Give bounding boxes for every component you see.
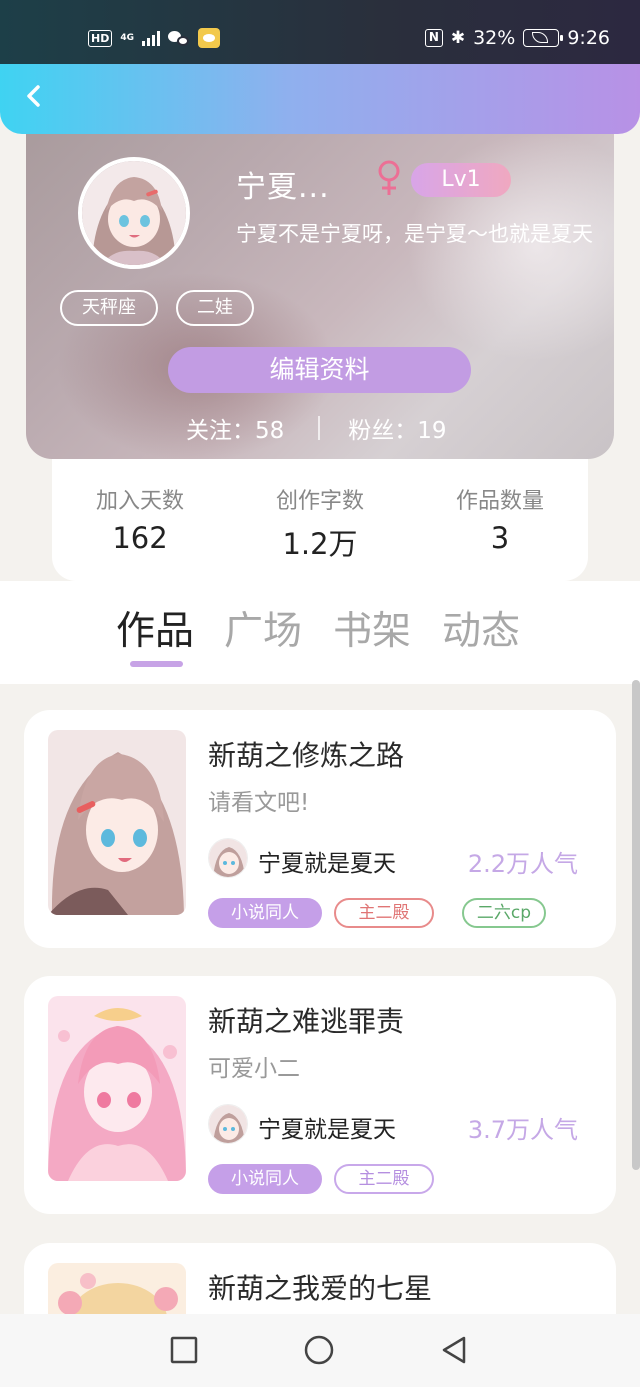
following-count: 58 [255,418,285,444]
female-icon [378,160,400,195]
stat-value: 3 [490,521,510,555]
following-link[interactable]: 关注：58 [186,411,284,445]
work-popularity: 2.2万人气 [467,850,578,878]
work-title: 新葫之难逃罪责 [208,1005,405,1038]
work-tag[interactable]: 小说同人 [208,1164,322,1194]
status-left: HD 4G [88,28,220,48]
work-title: 新葫之我爱的七星 [208,1272,433,1305]
level-badge: Lv1 [411,163,511,197]
stat-value: 1.2万 [282,527,358,561]
app-header [0,64,640,134]
tab-active-indicator [130,661,183,667]
back-button[interactable] [18,80,50,112]
work-card[interactable]: 新葫之难逃罪责 可爱小二 宁夏就是夏天 3.7万人气 小说同人 主二殿 [24,976,616,1214]
battery-icon [523,29,564,47]
stats-card: 加入天数 162 创作字数 1.2万 作品数量 3 [52,455,588,581]
work-author: 宁夏就是夏天 [258,1117,396,1143]
tab-bookshelf[interactable]: 书架 [333,600,411,656]
system-nav-bar [0,1314,640,1387]
clock: 9:26 [567,27,610,49]
scrollbar[interactable] [632,680,640,1170]
profile-tag-nickname: 二娃 [176,290,254,326]
follow-stats: 关注：58 粉丝：19 [186,411,447,445]
tab-activity[interactable]: 动态 [442,600,520,656]
stat-label: 作品数量 [455,489,544,514]
followers-link[interactable]: 粉丝：19 [348,411,446,445]
stat-value: 162 [112,521,168,555]
work-card[interactable]: 新葫之修炼之路 请看文吧! 宁夏就是夏天 2.2万人气 小说同人 主二殿 二六c… [24,710,616,948]
work-cover [48,730,186,915]
status-right: N ✱ 32% 9:26 [424,27,610,49]
work-tag[interactable]: 主二殿 [334,898,434,928]
followers-count: 19 [417,418,447,444]
nfc-icon: N [424,29,443,47]
circle-icon[interactable] [303,1334,335,1366]
work-cover [48,996,186,1181]
tab-square[interactable]: 广场 [224,600,302,656]
author-avatar [208,838,248,878]
stat-word-count: 创作字数 1.2万 [240,483,400,563]
profile-card: 宁夏... Lv1 宁夏不是宁夏呀，是宁夏～也就是夏天 天秤座 二娃 编辑资料 … [26,112,614,459]
following-label: 关注： [186,418,255,444]
network-type: 4G [120,32,134,43]
stat-join-days: 加入天数 162 [60,483,220,555]
profile-tag-zodiac: 天秤座 [60,290,158,326]
work-description: 请看文吧! [208,790,310,816]
profile-bio: 宁夏不是宁夏呀，是宁夏～也就是夏天 [236,222,593,246]
work-author: 宁夏就是夏天 [258,851,396,877]
edit-profile-button[interactable]: 编辑资料 [168,347,471,393]
square-icon[interactable] [168,1334,200,1366]
wechat-icon [168,29,190,47]
work-tag[interactable]: 二六cp [462,898,546,928]
tab-bar [0,581,640,684]
follow-divider [318,416,321,440]
stat-works-count: 作品数量 3 [420,483,580,555]
work-title: 新葫之修炼之路 [208,739,405,772]
tab-works[interactable]: 作品 [116,600,194,656]
signal-icon [142,30,160,46]
work-tag[interactable]: 小说同人 [208,898,322,928]
stat-label: 加入天数 [95,489,184,514]
status-bar: HD 4G N ✱ 32% 9:26 [0,0,640,64]
chevron-left-icon [27,85,40,107]
notification-app-icon [198,28,220,48]
battery-percent: 32% [473,27,516,49]
work-popularity: 3.7万人气 [467,1116,578,1144]
hd-badge: HD [88,29,113,47]
work-description: 可爱小二 [208,1056,300,1082]
stat-label: 创作字数 [275,489,364,514]
followers-label: 粉丝： [348,418,418,444]
bluetooth-icon: ✱ [450,28,466,48]
work-tag[interactable]: 主二殿 [334,1164,434,1194]
triangle-back-icon[interactable] [438,1334,470,1366]
author-avatar [208,1104,248,1144]
profile-name: 宁夏... [236,170,330,205]
avatar[interactable] [78,157,190,269]
